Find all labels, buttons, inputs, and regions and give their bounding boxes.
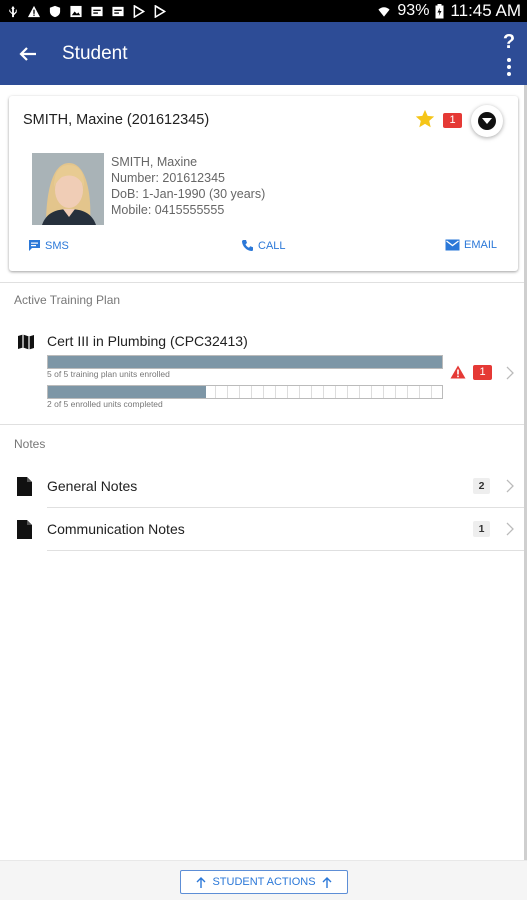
plan-title: Cert III in Plumbing (CPC32413) [47,333,248,349]
contact-actions: SMS CALL EMAIL [9,239,518,259]
note-count-badge: 1 [473,521,490,537]
sms-button[interactable]: SMS [28,239,69,252]
sms-label: SMS [45,239,69,252]
overflow-menu-icon[interactable] [507,57,511,76]
app-bar-actions: ? [491,22,527,85]
email-button[interactable]: EMAIL [445,239,497,251]
student-actions-button[interactable]: STUDENT ACTIONS [180,870,348,894]
enrolled-progress-fill [48,356,442,368]
note-label: General Notes [47,478,138,494]
document-icon [17,520,32,539]
message-icon [29,240,40,251]
help-button[interactable]: ? [503,32,515,52]
shield-icon [49,5,61,17]
wifi-icon [378,6,390,17]
phone-icon [242,240,253,251]
student-details: SMITH, Maxine Number: 201612345 DoB: 1-J… [111,154,265,218]
call-label: CALL [258,239,286,252]
email-icon [445,239,460,251]
document-icon [17,477,32,496]
bottom-bar: STUDENT ACTIONS [0,860,527,900]
back-button[interactable] [0,22,56,85]
chevron-right-icon [506,366,514,380]
note-count-badge: 2 [473,478,490,494]
completed-progress-bar [47,385,443,399]
enrolled-caption: 5 of 5 training plan units enrolled [47,369,170,379]
mail-icon [91,6,103,16]
detail-mobile: Mobile: 0415555555 [111,203,225,217]
arrow-up-icon [322,876,332,888]
play-store-icon [154,4,167,18]
star-icon[interactable] [414,108,436,130]
arrow-up-icon [196,876,206,888]
arrow-back-icon [19,46,36,61]
system-status: 93% 11:45 AM [377,1,521,21]
divider [47,550,527,551]
warning-badge: 1 [473,365,492,380]
chevron-down-icon [478,112,496,130]
alert-icon [27,5,41,17]
chevron-right-icon [506,479,514,493]
detail-number: Number: 201612345 [111,171,225,185]
note-label: Communication Notes [47,521,185,537]
page-title: Student [62,42,128,64]
app-bar: Student ? [0,22,527,85]
training-section-label: Active Training Plan [14,293,121,307]
notification-icons [6,4,167,18]
student-card: SMITH, Maxine (201612345) 1 SMITH, Maxin… [9,96,518,271]
student-photo [32,153,104,225]
notes-section-label: Notes [14,437,46,451]
image-icon [70,5,82,17]
flag-badge[interactable]: 1 [443,113,462,128]
enrolled-progress-bar [47,355,443,369]
usb-icon [9,5,17,17]
expand-button[interactable] [471,105,503,137]
divider [0,424,527,425]
completed-caption: 2 of 5 enrolled units completed [47,399,163,409]
call-button[interactable]: CALL [241,239,286,252]
status-bar: 93% 11:45 AM [0,0,527,22]
email-label: EMAIL [464,239,498,251]
battery-icon [435,3,444,18]
detail-name: SMITH, Maxine [111,155,198,169]
chevron-right-icon [506,522,514,536]
divider [0,282,527,283]
completed-progress-fill [48,386,206,398]
student-header-name: SMITH, Maxine (201612345) [23,112,210,128]
warning-icon [450,365,466,379]
clock: 11:45 AM [450,1,521,20]
play-store-icon [133,4,146,18]
battery-percent: 93% [397,2,430,19]
mail-icon [112,6,124,16]
note-item-general[interactable]: General Notes 2 [0,465,527,507]
note-item-communication[interactable]: Communication Notes 1 [0,508,527,550]
student-actions-label: STUDENT ACTIONS [212,876,316,888]
map-icon [18,334,34,350]
detail-dob: DoB: 1-Jan-1990 (30 years) [111,187,266,201]
